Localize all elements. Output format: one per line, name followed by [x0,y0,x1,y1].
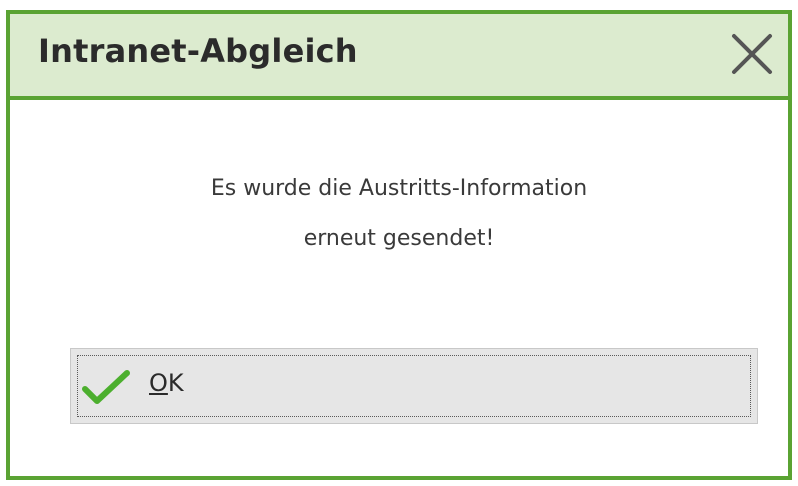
ok-label-rest: K [167,369,184,397]
dialog-titlebar: Intranet-Abgleich [10,14,788,100]
ok-button-label: OK [149,369,184,397]
checkmark-icon [82,370,130,404]
message-line-1: Es wurde die Austritts-Information [210,176,588,201]
ok-mnemonic: O [149,369,168,397]
dialog-message: Es wurde die Austritts-Information erneu… [10,164,788,264]
ok-button[interactable]: OK [70,348,758,424]
close-icon [732,34,772,74]
close-button[interactable] [726,28,778,80]
message-line-2: erneut gesendet! [303,226,495,251]
dialog-window: Intranet-Abgleich Es wurde die Austritts… [6,10,792,480]
dialog-title: Intranet-Abgleich [38,32,358,70]
